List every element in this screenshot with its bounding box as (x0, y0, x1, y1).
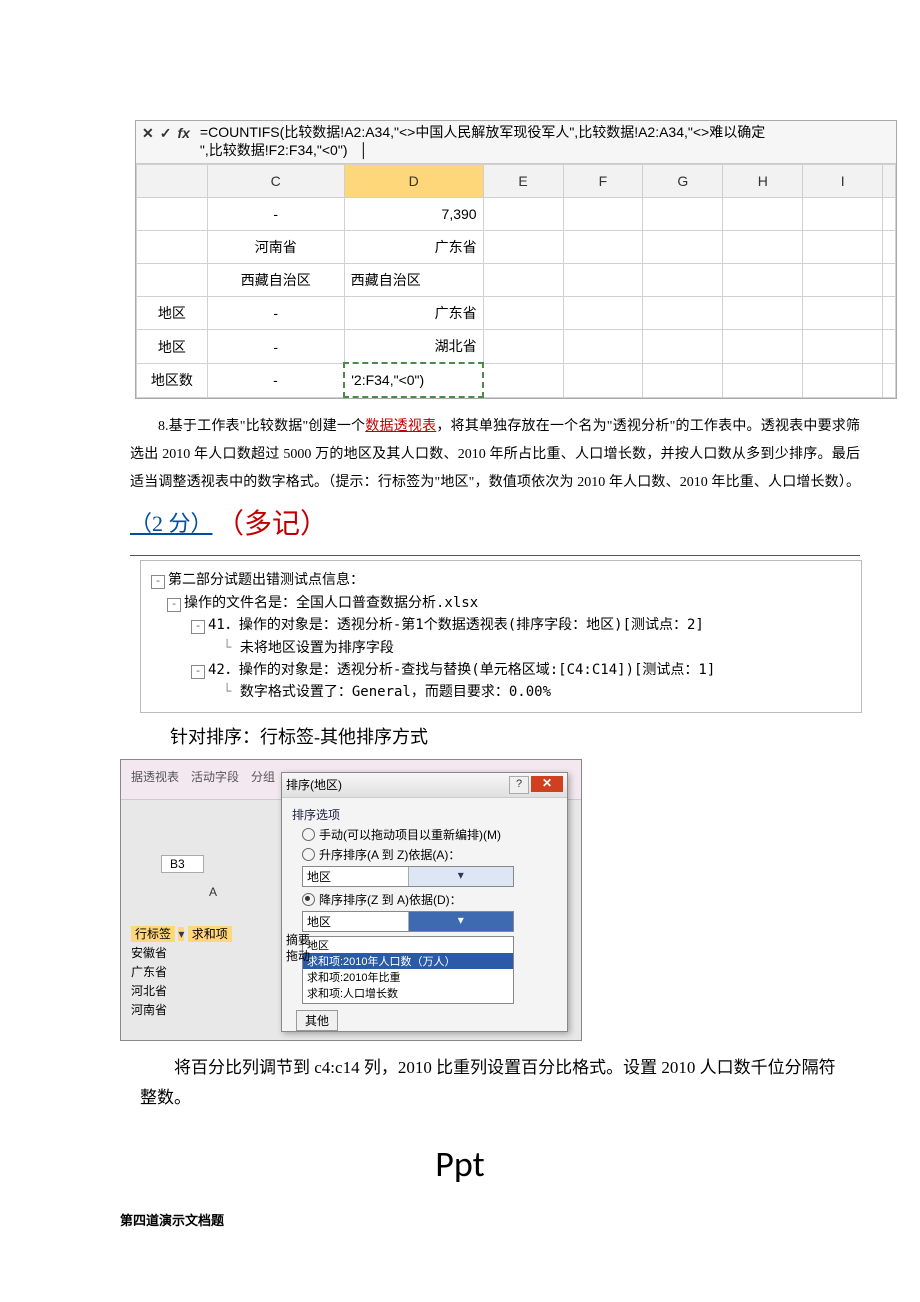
table-row: 河南省广东省 (137, 231, 896, 264)
drag-label: 拖动 (286, 947, 310, 964)
table-row: 地区-湖北省 (137, 330, 896, 364)
question-8-text: 8.基于工作表"比较数据"创建一个数据透视表，将其单独存放在一个名为"透视分析"… (130, 413, 860, 556)
tree-collapse-icon[interactable]: - (191, 620, 205, 634)
rowlabel-header: 行标签 (131, 926, 175, 942)
field-listbox[interactable]: 地区 求和项:2010年人口数（万人） 求和项:2010年比重 求和项:人口增长… (302, 936, 514, 1004)
active-cell: '2:F34,"<0") (344, 363, 483, 397)
error-tree: -第二部分试题出错测试点信息： -操作的文件名是：全国人口普查数据分析.xlsx… (140, 560, 862, 712)
list-item: 河北省 (131, 982, 232, 1001)
text-caret-icon: │ (351, 144, 368, 159)
radio-descending[interactable]: 降序排序(Z 到 A)依据(D)： (302, 891, 557, 908)
table-row: -7,390 (137, 198, 896, 231)
group-label: 排序选项 (292, 806, 557, 823)
list-item: 求和项:2010年比重 (303, 969, 513, 985)
fx-icon[interactable]: fx (177, 125, 189, 142)
formula-cancel-icon[interactable]: ✕ (142, 125, 154, 142)
list-item: 河南省 (131, 1001, 232, 1020)
divider (130, 555, 860, 556)
extra-note: （多记） (216, 509, 328, 540)
desc-field-combo[interactable]: 地区▾ (302, 911, 514, 932)
pivot-table-link[interactable]: 数据透视表 (365, 419, 436, 434)
radio-ascending[interactable]: 升序排序(A 到 Z)依据(A)： (302, 846, 557, 863)
excel-screenshot: ✕ ✓ fx =COUNTIFS(比较数据!A2:A34,"<>中国人民解放军现… (135, 120, 897, 399)
table-row: 西藏自治区西藏自治区 (137, 264, 896, 297)
sort-note: 针对排序：行标签-其他排序方式 (170, 723, 880, 749)
ribbon-tab[interactable]: 活动字段 (191, 768, 239, 785)
more-options-button[interactable]: 其他 (296, 1010, 338, 1031)
tree-collapse-icon[interactable]: - (167, 598, 181, 612)
sort-dialog-screenshot: 据透视表 活动字段 分组 B3 A 行标签 ▾ 求和项 安徽省 广东省 河北省 … (120, 759, 582, 1041)
tree-collapse-icon[interactable]: - (151, 575, 165, 589)
sort-dialog: 排序(地区) ? ✕ 排序选项 手动(可以拖动项目以重新编排)(M) 升序排序(… (281, 772, 568, 1032)
formula-enter-icon[interactable]: ✓ (160, 125, 172, 142)
chevron-down-icon: ▾ (408, 867, 514, 886)
table-row: 地区数-'2:F34,"<0") (137, 363, 896, 397)
list-item: 广东省 (131, 963, 232, 982)
name-box[interactable]: B3 (161, 855, 204, 873)
instruction-text: 将百分比列调节到 c4:c14 列，2010 比重列设置百分比格式。设置 201… (140, 1053, 840, 1114)
summary-label: 摘要 (286, 931, 310, 948)
ribbon-tab[interactable]: 据透视表 (131, 768, 179, 785)
spreadsheet-grid[interactable]: C D E F G H I -7,390 河南省广东省 西藏自治区西藏自治区 地… (136, 164, 896, 398)
list-item: 地区 (303, 937, 513, 953)
section-4-heading: 第四道演示文档题 (120, 1210, 880, 1229)
table-row: 地区-广东省 (137, 297, 896, 330)
tree-collapse-icon[interactable]: - (191, 665, 205, 679)
list-item-selected: 求和项:2010年人口数（万人） (303, 953, 513, 969)
help-icon[interactable]: ? (509, 776, 529, 794)
ppt-heading: Ppt (40, 1142, 880, 1186)
formula-bar: ✕ ✓ fx =COUNTIFS(比较数据!A2:A34,"<>中国人民解放军现… (136, 121, 896, 164)
formula-text[interactable]: =COUNTIFS(比较数据!A2:A34,"<>中国人民解放军现役军人",比较… (196, 123, 892, 161)
asc-field-combo[interactable]: 地区▾ (302, 866, 514, 887)
column-header-row: C D E F G H I (137, 165, 896, 198)
chevron-down-icon: ▾ (408, 912, 514, 931)
score-text: （2 分） (130, 511, 213, 536)
list-item: 求和项:人口增长数 (303, 985, 513, 1001)
sheet-col-headers: A (129, 885, 217, 899)
close-icon[interactable]: ✕ (531, 776, 563, 792)
pivot-rowlabels: 行标签 ▾ 求和项 安徽省 广东省 河北省 河南省 (131, 925, 232, 1021)
ribbon-tab[interactable]: 分组 (251, 768, 275, 785)
radio-manual[interactable]: 手动(可以拖动项目以重新编排)(M) (302, 826, 557, 843)
dialog-titlebar: 排序(地区) ? ✕ (282, 773, 567, 798)
list-item: 安徽省 (131, 944, 232, 963)
